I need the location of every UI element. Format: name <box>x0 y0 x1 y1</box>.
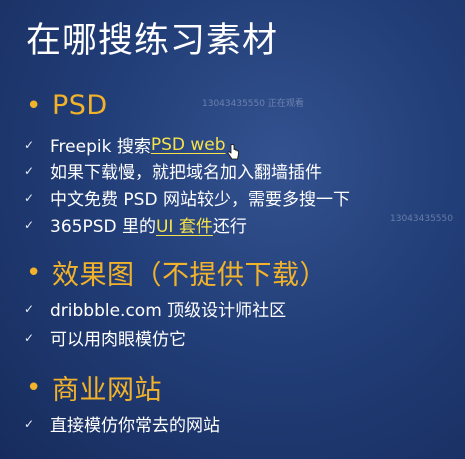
check-icon: ✓ <box>24 190 35 205</box>
section-heading: PSD <box>52 90 108 121</box>
section-mockups: • 效果图（不提供下载） <box>26 253 327 292</box>
slide: 在哪搜练习素材 13043435550 正在观看 13043435550 • P… <box>0 0 465 459</box>
list-item-imitate: ✓ 可以用肉眼模仿它 <box>24 325 186 350</box>
item-text: Freepik 搜索 <box>50 137 151 157</box>
item-text-suffix: 还行 <box>212 217 247 237</box>
bullet-dot: • <box>26 372 42 403</box>
check-icon: ✓ <box>24 301 35 316</box>
watermark-id: 13043435550 <box>390 214 453 224</box>
check-icon: ✓ <box>24 137 35 152</box>
list-item-365psd: ✓ 365PSD 里的 UI 套件 还行 <box>24 212 247 237</box>
slide-title: 在哪搜练习素材 <box>26 21 279 61</box>
watermark-viewer: 13043435550 正在观看 <box>202 99 304 109</box>
list-item-copy-sites: ✓ 直接模仿你常去的网站 <box>24 411 220 436</box>
section-heading: 效果图（不提供下载） <box>52 260 327 291</box>
item-text: dribbble.com 顶级设计师社区 <box>50 301 287 321</box>
check-icon: ✓ <box>24 217 35 232</box>
list-item-chinese-sites: ✓ 中文免费 PSD 网站较少，需要多搜一下 <box>24 185 350 210</box>
section-heading: 商业网站 <box>52 375 162 406</box>
item-text: 如果下载慢，就把域名加入翻墙插件 <box>50 163 322 183</box>
bullet-dot: • <box>26 90 42 121</box>
psd-web-link[interactable]: PSD web <box>151 135 226 155</box>
list-item-dribbble: ✓ dribbble.com 顶级设计师社区 <box>24 296 286 321</box>
section-commercial-sites: • 商业网站 <box>26 368 162 407</box>
ui-kit-link[interactable]: UI 套件 <box>156 212 213 237</box>
list-item-freepik: ✓ Freepik 搜索 PSD web <box>24 132 226 158</box>
bullet-dot: • <box>26 257 42 288</box>
check-icon: ✓ <box>24 416 35 431</box>
item-text: 365PSD 里的 <box>50 217 156 237</box>
item-text: 直接模仿你常去的网站 <box>50 416 220 436</box>
check-icon: ✓ <box>24 163 35 178</box>
section-psd: • PSD <box>26 90 108 121</box>
item-text: 可以用肉眼模仿它 <box>50 330 186 350</box>
item-text: 中文免费 PSD 网站较少，需要多搜一下 <box>50 190 350 210</box>
hand-cursor-icon <box>227 144 239 160</box>
list-item-download-tip: ✓ 如果下载慢，就把域名加入翻墙插件 <box>24 158 322 183</box>
check-icon: ✓ <box>24 330 35 345</box>
